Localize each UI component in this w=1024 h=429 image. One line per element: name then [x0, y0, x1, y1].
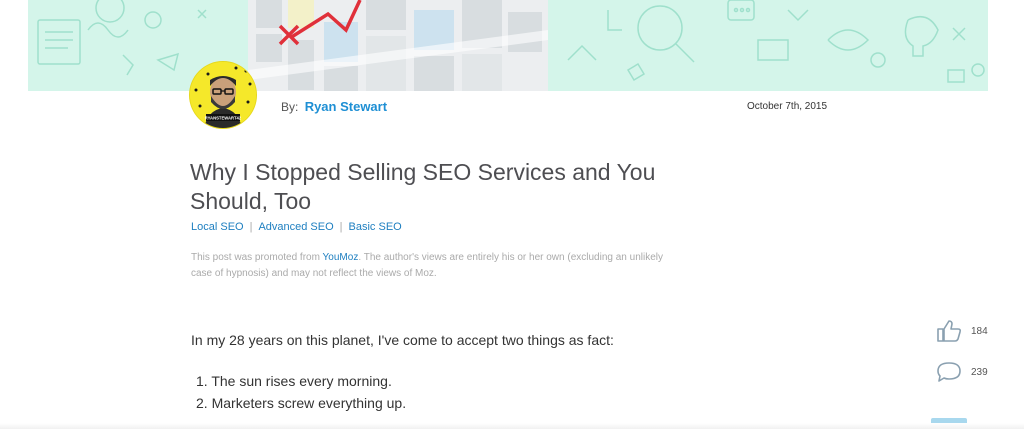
thumbs-up-button[interactable] — [936, 319, 962, 343]
list-item: 2. Marketers screw everything up. — [196, 395, 407, 411]
youmoz-link[interactable]: YouMoz — [323, 252, 359, 263]
avatar-illustration: RYANSTEWART42 — [190, 62, 256, 128]
likes-count: 184 — [971, 326, 988, 337]
byline: By: Ryan Stewart — [281, 99, 387, 114]
author-name-link[interactable]: Ryan Stewart — [305, 99, 387, 114]
category-advanced-seo[interactable]: Advanced SEO — [258, 221, 333, 233]
comment-button[interactable] — [936, 361, 962, 383]
hero-banner — [28, 0, 988, 91]
promotion-note: This post was promoted from YouMoz. The … — [191, 250, 681, 282]
category-local-seo[interactable]: Local SEO — [191, 221, 244, 233]
avatar-caption: RYANSTEWART42 — [205, 116, 242, 121]
list-item-text: The sun rises every morning. — [211, 373, 392, 389]
category-separator: | — [339, 221, 343, 233]
promo-prefix: This post was promoted from — [191, 252, 323, 263]
bottom-fade — [0, 423, 1024, 429]
post-date: October 7th, 2015 — [747, 101, 828, 112]
category-separator: | — [249, 221, 253, 233]
list-item-text: Marketers screw everything up. — [211, 395, 407, 411]
comments-count: 239 — [971, 367, 988, 378]
author-avatar[interactable]: RYANSTEWART42 — [190, 62, 256, 128]
byline-label: By: — [281, 100, 299, 114]
comment-icon — [937, 362, 961, 382]
category-links: Local SEO | Advanced SEO | Basic SEO — [191, 221, 402, 233]
hero-illustration — [37, 0, 985, 91]
post-title: Why I Stopped Selling SEO Services and Y… — [190, 159, 656, 214]
fact-list: 1. The sun rises every morning. 2. Marke… — [196, 372, 406, 416]
intro-paragraph: In my 28 years on this planet, I've come… — [191, 332, 614, 348]
category-basic-seo[interactable]: Basic SEO — [349, 221, 402, 233]
thumbs-up-icon — [937, 320, 962, 342]
page-gutter — [0, 0, 28, 429]
list-item: 1. The sun rises every morning. — [196, 373, 392, 389]
